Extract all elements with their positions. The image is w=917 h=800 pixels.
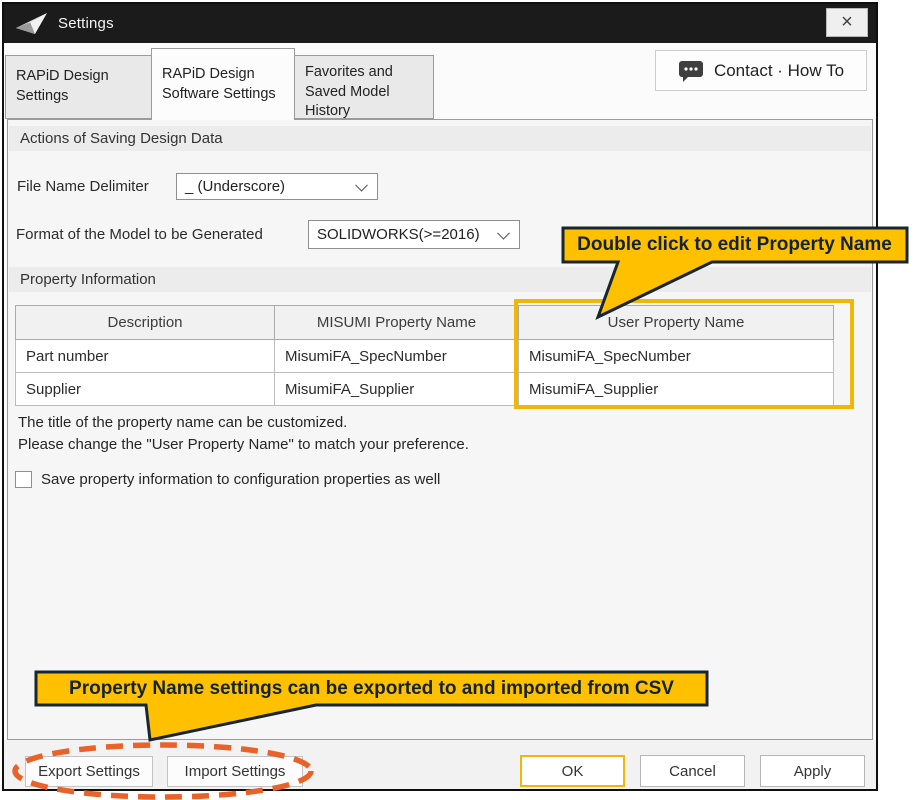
tab-label: Favorites and Saved Model History xyxy=(305,63,423,122)
section-property-information: Property Information xyxy=(9,267,871,292)
cell-description: Supplier xyxy=(16,373,275,406)
close-icon: × xyxy=(841,11,853,34)
contact-label: Contact · How To xyxy=(714,61,844,81)
tab-label: RAPiD Design Settings xyxy=(16,67,141,106)
model-format-label: Format of the Model to be Generated xyxy=(16,220,263,249)
button-label: Import Settings xyxy=(185,763,286,780)
chevron-down-icon xyxy=(497,226,510,239)
model-format-select[interactable]: SOLIDWORKS(>=2016) xyxy=(308,220,520,249)
section-actions-of-saving: Actions of Saving Design Data xyxy=(9,126,871,151)
cell-misumi-name: MisumiFA_SpecNumber xyxy=(275,340,519,373)
button-label: Apply xyxy=(794,763,832,780)
ok-button[interactable]: OK xyxy=(520,755,625,787)
apply-button[interactable]: Apply xyxy=(760,755,865,787)
tab-rapid-design-settings[interactable]: RAPiD Design Settings xyxy=(5,55,152,119)
table-row: Part number MisumiFA_SpecNumber MisumiFA… xyxy=(16,340,834,373)
tab-label: RAPiD Design Software Settings xyxy=(162,65,284,104)
selected-value: SOLIDWORKS(>=2016) xyxy=(317,226,480,243)
import-settings-button[interactable]: Import Settings xyxy=(167,756,303,787)
export-settings-button[interactable]: Export Settings xyxy=(25,756,153,787)
close-button[interactable]: × xyxy=(826,8,868,37)
title-bar: Settings xyxy=(4,4,876,43)
cell-description: Part number xyxy=(16,340,275,373)
note-line-1: The title of the property name can be cu… xyxy=(18,414,347,431)
cell-user-name[interactable]: MisumiFA_Supplier xyxy=(519,373,834,406)
tab-rapid-design-software-settings[interactable]: RAPiD Design Software Settings xyxy=(151,48,295,120)
contact-how-to-button[interactable]: Contact · How To xyxy=(655,50,867,91)
col-misumi-property-name: MISUMI Property Name xyxy=(275,306,519,340)
cell-user-name[interactable]: MisumiFA_SpecNumber xyxy=(519,340,834,373)
button-label: OK xyxy=(562,763,584,780)
file-name-delimiter-label: File Name Delimiter xyxy=(17,173,149,200)
screenshot-stage: Settings × RAPiD Design Settings RAPiD D… xyxy=(0,0,917,800)
file-name-delimiter-select[interactable]: _ (Underscore) xyxy=(176,173,378,200)
note-line-2: Please change the "User Property Name" t… xyxy=(18,436,469,453)
save-config-checkbox-label: Save property information to configurati… xyxy=(41,471,440,488)
cell-misumi-name: MisumiFA_Supplier xyxy=(275,373,519,406)
selected-value: _ (Underscore) xyxy=(185,178,285,195)
paper-plane-icon xyxy=(16,13,48,35)
section-title: Property Information xyxy=(20,271,156,288)
table-row: Supplier MisumiFA_Supplier MisumiFA_Supp… xyxy=(16,373,834,406)
property-table: Description MISUMI Property Name User Pr… xyxy=(15,305,834,406)
chevron-down-icon xyxy=(355,178,368,191)
section-title: Actions of Saving Design Data xyxy=(20,130,223,147)
col-user-property-name: User Property Name xyxy=(519,306,834,340)
save-config-checkbox[interactable] xyxy=(15,471,32,488)
cancel-button[interactable]: Cancel xyxy=(640,755,745,787)
button-label: Cancel xyxy=(669,763,716,780)
col-description: Description xyxy=(16,306,275,340)
table-header-row: Description MISUMI Property Name User Pr… xyxy=(16,306,834,340)
tab-favorites-saved-model-history[interactable]: Favorites and Saved Model History xyxy=(294,55,434,119)
button-label: Export Settings xyxy=(38,763,140,780)
speech-bubble-icon xyxy=(678,59,704,83)
window-title: Settings xyxy=(58,15,114,32)
